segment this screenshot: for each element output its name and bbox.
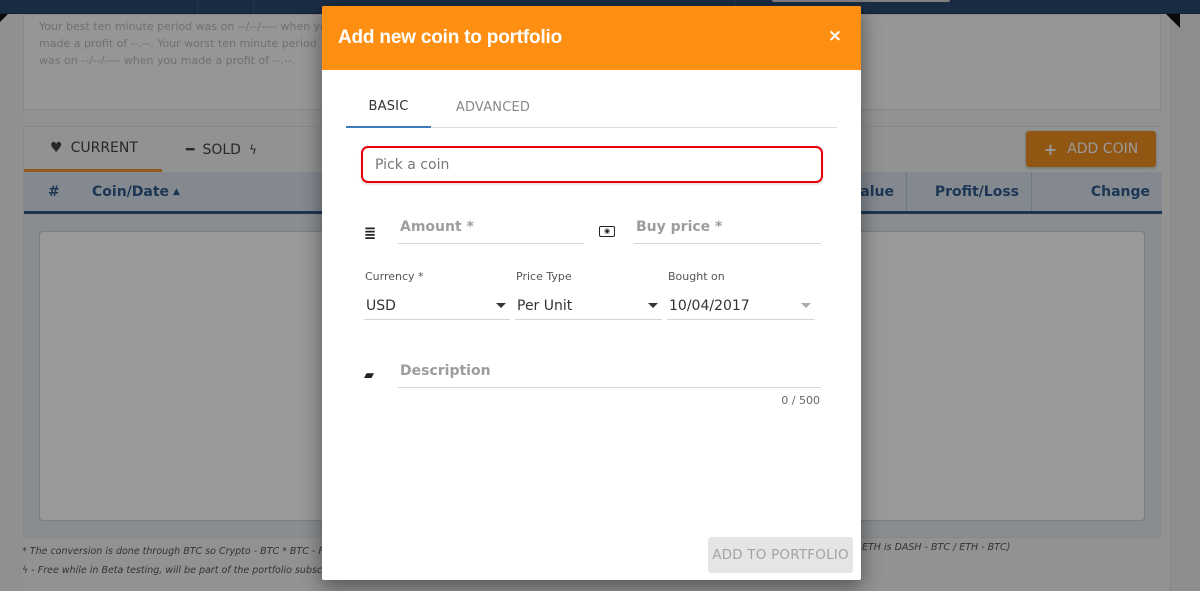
dialog-tabs: BASIC ADVANCED [346,86,837,128]
list-icon: ≣ [363,224,377,242]
description-char-counter: 0 / 500 [781,394,820,407]
book-icon: ▰ [364,368,374,383]
description-input[interactable] [398,354,821,387]
price-type-label: Price Type [516,270,572,283]
price-type-select[interactable]: Per Unit [515,292,662,320]
coin-picker-input[interactable] [375,148,805,181]
description-field[interactable] [398,354,821,388]
bought-on-date-picker[interactable]: 10/04/2017 [667,292,815,320]
chevron-down-icon [496,303,506,308]
amount-input[interactable] [398,210,584,243]
currency-value: USD [366,297,396,314]
add-to-portfolio-button[interactable]: ADD TO PORTFOLIO [708,537,853,573]
buy-price-field[interactable] [634,210,821,244]
close-button[interactable]: × [825,26,845,50]
coin-picker[interactable] [361,146,823,183]
amount-field[interactable] [398,210,584,244]
bought-on-value: 10/04/2017 [669,297,750,314]
add-coin-dialog: Add new coin to portfolio × BASIC ADVANC… [322,6,861,580]
dialog-title: Add new coin to portfolio [338,27,563,48]
currency-label: Currency * [365,270,424,283]
tab-advanced[interactable]: ADVANCED [446,86,540,128]
close-icon: × [827,26,843,46]
tab-basic[interactable]: BASIC [346,86,431,128]
money-icon: ◉ [599,226,615,237]
buy-price-input[interactable] [634,210,821,243]
chevron-down-icon [801,303,811,308]
chevron-down-icon [648,303,658,308]
dialog-header: Add new coin to portfolio × [322,6,861,70]
bought-on-label: Bought on [668,270,725,283]
currency-select[interactable]: USD [364,292,510,320]
price-type-value: Per Unit [517,297,573,314]
